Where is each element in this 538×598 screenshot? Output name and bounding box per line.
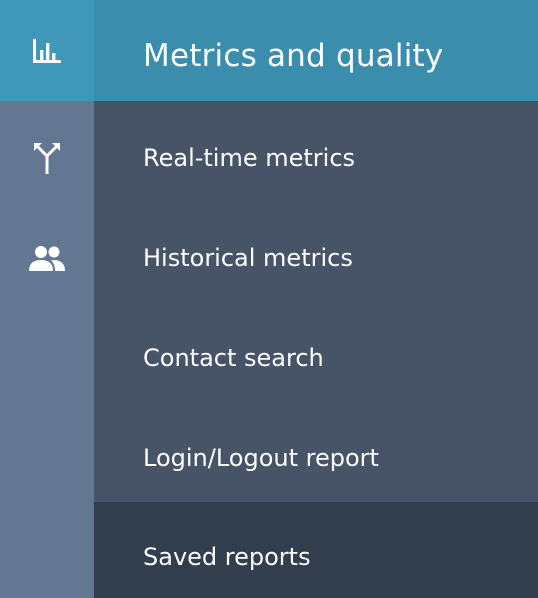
routing-icon — [32, 140, 62, 176]
bar-chart-icon — [31, 37, 63, 65]
menu-item-login-logout-report[interactable]: Login/Logout report — [94, 406, 538, 506]
menu-item-label: Saved reports — [143, 543, 311, 571]
rail-item-users[interactable] — [0, 220, 94, 296]
flyout-panel: Metrics and quality Real-time metrics Hi… — [94, 0, 538, 598]
rail-item-metrics[interactable] — [0, 0, 94, 101]
menu-item-real-time-metrics[interactable]: Real-time metrics — [94, 106, 538, 206]
app-navigation: Metrics and quality Real-time metrics Hi… — [0, 0, 538, 598]
menu-item-label: Contact search — [143, 344, 324, 372]
menu-item-historical-metrics[interactable]: Historical metrics — [94, 206, 538, 306]
users-icon — [27, 244, 67, 272]
menu-item-label: Real-time metrics — [143, 144, 356, 172]
panel-title: Metrics and quality — [143, 38, 444, 74]
menu-item-label: Login/Logout report — [143, 444, 379, 472]
menu-item-label: Historical metrics — [143, 244, 353, 272]
icon-rail — [0, 0, 94, 598]
menu-item-saved-reports[interactable]: Saved reports — [94, 502, 538, 598]
menu-item-contact-search[interactable]: Contact search — [94, 306, 538, 406]
panel-header: Metrics and quality — [94, 0, 538, 101]
rail-item-routing[interactable] — [0, 120, 94, 196]
